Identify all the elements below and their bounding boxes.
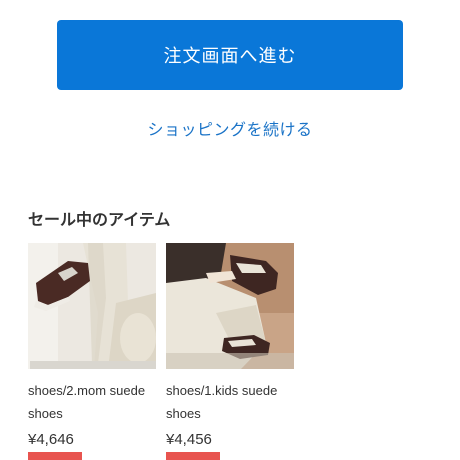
product-name[interactable]: shoes/2.mom suede shoes <box>28 379 156 425</box>
product-card[interactable]: shoes/2.mom suede shoes ¥4,646 <box>28 243 156 460</box>
product-name[interactable]: shoes/1.kids suede shoes <box>166 379 294 425</box>
sale-badge <box>28 452 82 460</box>
continue-shopping-link[interactable]: ショッピングを続ける <box>0 116 460 140</box>
product-price: ¥4,456 <box>166 431 212 448</box>
product-image[interactable] <box>28 243 156 369</box>
sale-items-heading: セール中のアイテム <box>28 210 171 229</box>
product-card[interactable]: shoes/1.kids suede shoes ¥4,456 <box>166 243 294 460</box>
product-image[interactable] <box>166 243 294 369</box>
checkout-button[interactable]: 注文画面へ進む <box>57 20 403 90</box>
sale-badge <box>166 452 220 460</box>
product-price: ¥4,646 <box>28 431 74 448</box>
